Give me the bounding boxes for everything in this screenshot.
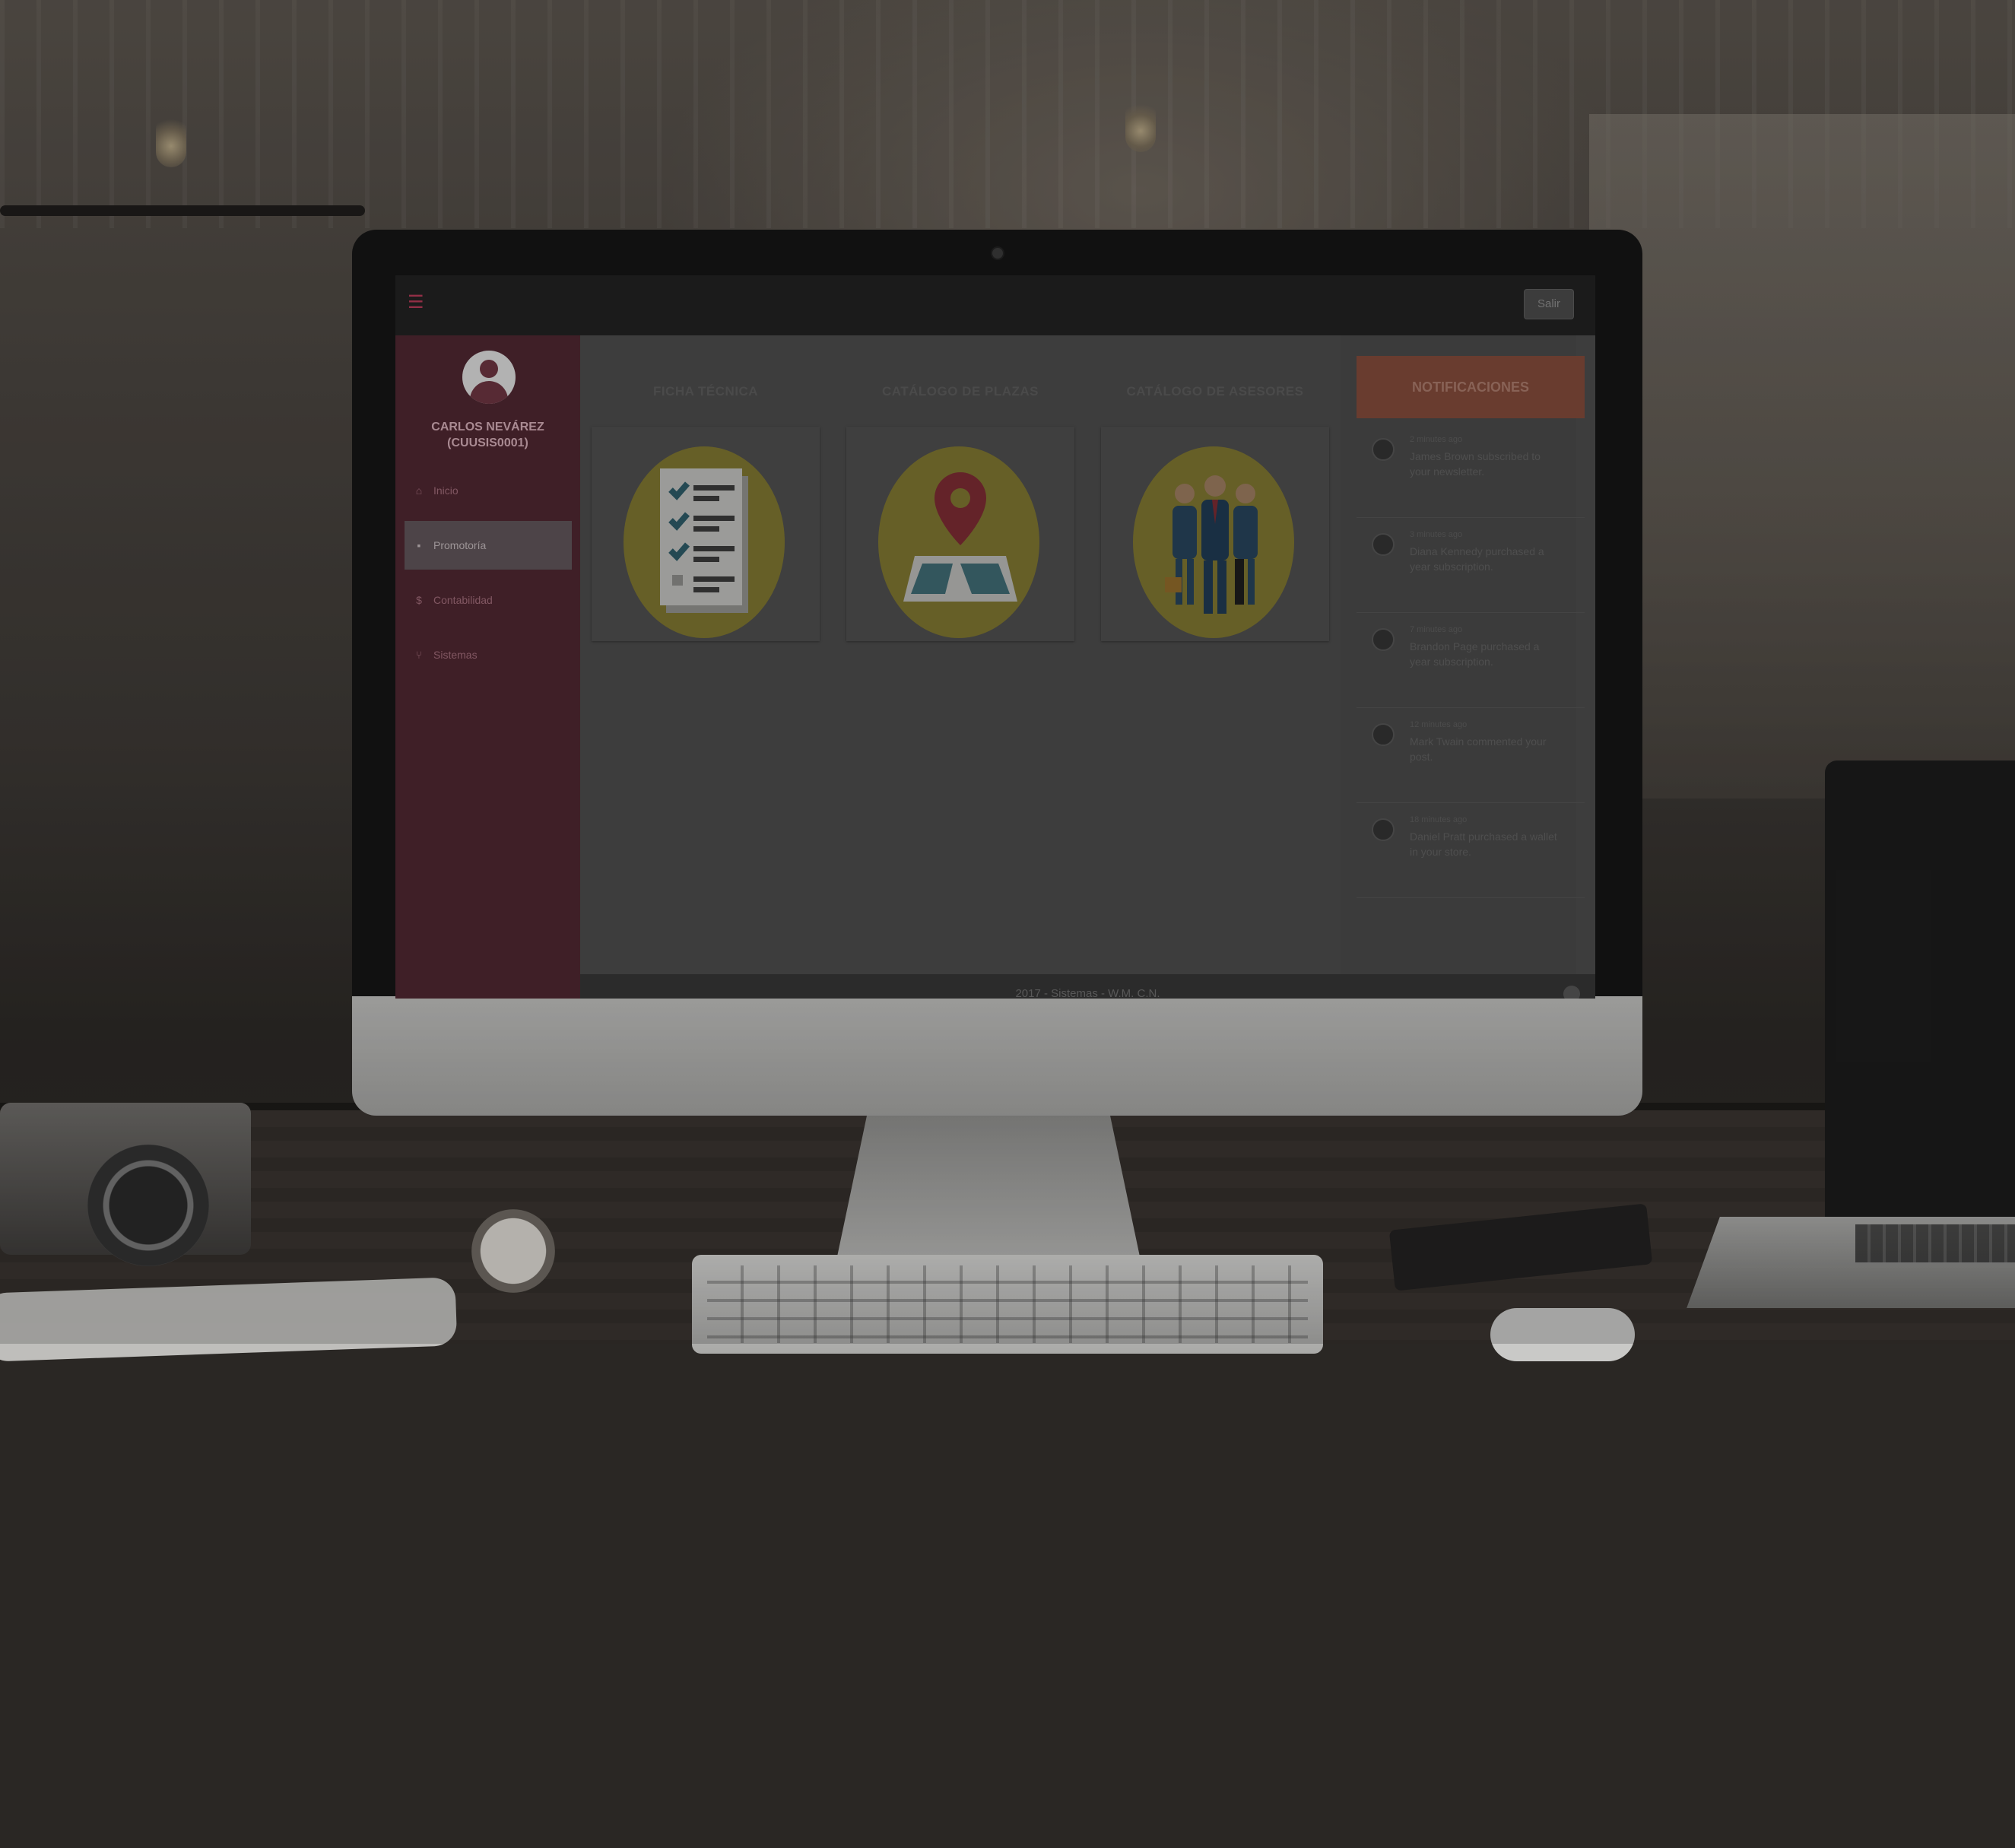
imac-stand xyxy=(836,1116,1141,1260)
avatar xyxy=(462,351,516,404)
notification-item[interactable]: 12 minutes ago Mark Twain commented your… xyxy=(1357,708,1585,803)
map-pin-icon xyxy=(903,472,1017,602)
home-icon: ⌂ xyxy=(415,484,423,497)
mouse-object xyxy=(1490,1308,1635,1361)
checklist-icon xyxy=(660,468,748,613)
avatar-head xyxy=(480,360,498,378)
notification-time: 3 minutes ago xyxy=(1410,530,1463,539)
clock-icon xyxy=(1372,533,1395,556)
clock-icon xyxy=(1372,628,1395,651)
clock-icon xyxy=(1372,438,1395,461)
footer-text: 2017 - Sistemas - W.M. C.N. xyxy=(1015,987,1160,999)
laptop-keys xyxy=(1855,1224,2015,1262)
people-icon xyxy=(1165,475,1258,614)
pendant-lamp xyxy=(156,114,186,167)
notification-time: 2 minutes ago xyxy=(1410,435,1463,444)
sidebar-item-promotoria[interactable]: ▪ Promotoría xyxy=(405,521,572,570)
sidebar-item-label: Promotoría xyxy=(433,539,487,551)
sidebar-item-label: Inicio xyxy=(433,484,459,497)
notification-item[interactable]: 2 minutes ago James Brown subscribed to … xyxy=(1357,423,1585,518)
briefcase-icon: ▪ xyxy=(417,539,421,551)
camera-lens xyxy=(87,1145,209,1266)
keyboard-object xyxy=(692,1255,1323,1354)
avatar-body xyxy=(470,381,508,404)
sidebar-item-label: Sistemas xyxy=(433,649,478,661)
notification-time: 18 minutes ago xyxy=(1410,815,1468,824)
notification-text: Diana Kennedy purchased a year subscript… xyxy=(1410,545,1544,573)
card-title: FICHA TÉCNICA xyxy=(652,384,759,398)
user-code: (CUUSIS0001) xyxy=(447,437,528,449)
card-catalogo-asesores[interactable] xyxy=(1101,427,1329,641)
notification-text: Brandon Page purchased a year subscripti… xyxy=(1410,640,1540,668)
imac-chin xyxy=(352,996,1642,1116)
notification-text: James Brown subscribed to your newslette… xyxy=(1410,450,1541,478)
footer: 2017 - Sistemas - W.M. C.N. xyxy=(580,974,1595,999)
shelf xyxy=(0,205,365,216)
main-content: FICHA TÉCNICA CATÁLOGO DE PLAZAS CATÁLOG… xyxy=(580,335,1595,974)
sidebar: CARLOS NEVÁREZ (CUUSIS0001) ⌂ Inicio ▪ Pro… xyxy=(395,335,580,999)
dollar-icon: $ xyxy=(416,594,422,606)
keyboard-keys xyxy=(707,1265,1308,1343)
scroll-top-icon[interactable] xyxy=(1563,986,1580,999)
imac-device: ☰ Salir CARLOS NEVÁREZ (CUUSIS0001) ⌂ Ini… xyxy=(352,230,1642,1116)
window-blur xyxy=(1589,114,2015,799)
exit-button[interactable]: Salir xyxy=(1524,289,1574,319)
card-title: CATÁLOGO DE ASESORES xyxy=(1126,384,1304,398)
card-title: CATÁLOGO DE PLAZAS xyxy=(881,384,1039,398)
card-ficha-tecnica[interactable] xyxy=(592,427,820,641)
sidebar-item-contabilidad[interactable]: $ Contabilidad xyxy=(405,576,572,624)
pendant-lamp xyxy=(1125,99,1156,152)
notification-text: Daniel Pratt purchased a wallet in your … xyxy=(1410,830,1557,858)
notification-time: 12 minutes ago xyxy=(1410,720,1468,729)
camera-object xyxy=(0,1103,251,1266)
notification-item[interactable]: 18 minutes ago Daniel Pratt purchased a … xyxy=(1357,803,1585,898)
sidebar-item-inicio[interactable]: ⌂ Inicio xyxy=(405,466,572,515)
notification-text: Mark Twain commented your post. xyxy=(1410,735,1547,763)
phone-object xyxy=(0,1277,458,1362)
user-name: CARLOS NEVÁREZ xyxy=(431,421,544,433)
sidebar-item-sistemas[interactable]: ⑂ Sistemas xyxy=(405,630,572,679)
clock-icon xyxy=(1372,818,1395,841)
clock-icon xyxy=(1372,723,1395,746)
notification-item[interactable]: 7 minutes ago Brandon Page purchased a y… xyxy=(1357,613,1585,708)
notification-item[interactable]: 3 minutes ago Diana Kennedy purchased a … xyxy=(1357,518,1585,613)
apple-logo-icon xyxy=(974,1787,1021,1848)
hamburger-icon[interactable]: ☰ xyxy=(408,294,424,312)
app-screen: ☰ Salir CARLOS NEVÁREZ (CUUSIS0001) ⌂ Ini… xyxy=(395,275,1595,999)
notifications-title: NOTIFICACIONES xyxy=(1357,356,1585,418)
sidebar-item-label: Contabilidad xyxy=(433,594,493,606)
webcam xyxy=(991,246,1004,260)
card-catalogo-plazas[interactable] xyxy=(846,427,1074,641)
watch-object xyxy=(471,1209,555,1293)
branch-icon: ⑂ xyxy=(415,649,423,661)
notification-time: 7 minutes ago xyxy=(1410,625,1463,634)
notifications-panel: NOTIFICACIONES 2 minutes ago James Brown… xyxy=(1341,335,1585,974)
laptop-screen xyxy=(1825,760,2015,1232)
top-navbar: ☰ Salir xyxy=(395,275,1595,335)
